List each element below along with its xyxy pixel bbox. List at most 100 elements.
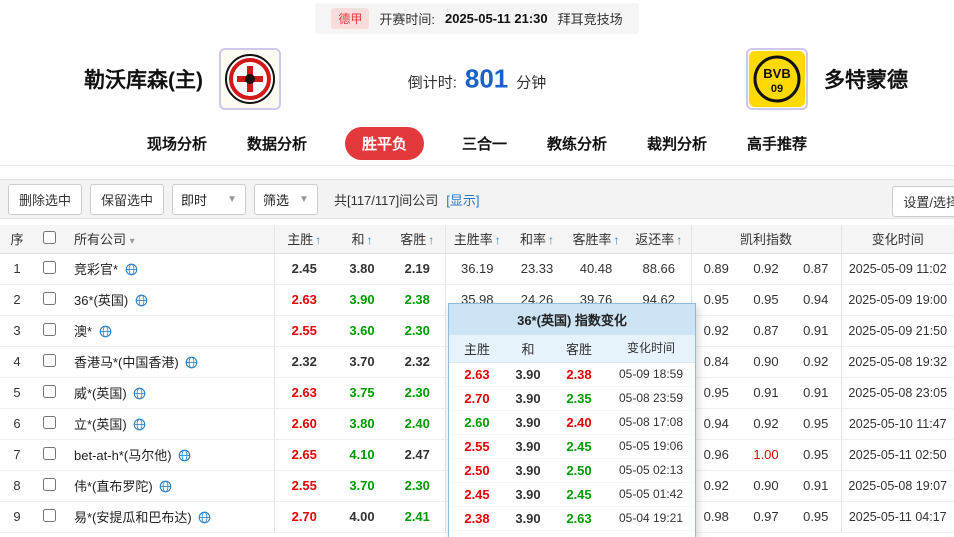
chevron-down-icon: ▾ <box>129 236 135 248</box>
kelly-value: 0.92 <box>690 470 741 502</box>
row-checkbox[interactable] <box>42 508 56 522</box>
delete-selected-button[interactable]: 删除选中 <box>8 183 83 215</box>
odds-value: 2.40 <box>390 408 445 440</box>
col-header-company[interactable]: 所有公司 ▾ <box>64 225 274 254</box>
show-link[interactable]: [显示] <box>446 190 479 209</box>
kelly-value: 0.91 <box>791 377 841 409</box>
col-header-no: 序 <box>0 225 34 254</box>
settings-select-button[interactable]: 设置/选择 <box>892 186 954 217</box>
away-team-block: BVB 09 多特蒙德 <box>746 48 908 110</box>
teams-header: 勒沃库森(主) 倒计时: 801 分钟 BVB 09 多特蒙德 <box>0 36 954 122</box>
col-header-draw-rate[interactable]: 和率 ↑ <box>509 225 565 254</box>
row-checkbox[interactable] <box>42 446 56 460</box>
keep-selected-button[interactable]: 保留选中 <box>90 183 165 215</box>
col-header-away[interactable]: 客胜 ↑ <box>390 225 445 254</box>
globe-icon <box>135 294 148 307</box>
tab-live-analysis[interactable]: 现场分析 <box>145 127 209 160</box>
company-name[interactable]: 竞彩官* <box>64 253 274 285</box>
popup-home-odds: 2.38 <box>464 511 490 526</box>
odds-value: 2.70 <box>273 501 334 533</box>
time-dropdown[interactable]: 即时 ▼ <box>172 183 247 215</box>
odds-value: 2.30 <box>390 315 445 347</box>
away-team-logo: BVB 09 <box>746 48 808 110</box>
sort-up-icon[interactable]: ↑ <box>367 233 373 247</box>
tab-referee-analysis[interactable]: 裁判分析 <box>645 127 709 160</box>
kelly-value: 0.87 <box>791 253 841 285</box>
tab-win-draw-loss[interactable]: 胜平负 <box>344 127 424 160</box>
filter-dropdown[interactable]: 筛选 ▼ <box>254 183 318 215</box>
tab-three-in-one[interactable]: 三合一 <box>460 127 509 160</box>
col-header-home-rate[interactable]: 主胜率 ↑ <box>444 225 509 254</box>
row-checkbox[interactable] <box>42 322 56 336</box>
company-name[interactable]: 威*(英国) <box>64 377 274 409</box>
odds-value: 2.19 <box>390 253 445 285</box>
change-time: 2025-05-08 19:32 <box>840 346 954 378</box>
kelly-value: 0.90 <box>741 470 791 502</box>
popup-header-row: 主胜 和 客胜 变化时间 <box>449 335 695 363</box>
popup-change-time: 05-08 23:59 <box>618 391 684 405</box>
odds-value: 2.45 <box>273 253 334 285</box>
odds-value: 4.10 <box>334 439 390 471</box>
company-name[interactable]: 易*(安提瓜和巴布达) <box>64 501 274 533</box>
row-checkbox[interactable] <box>42 291 56 305</box>
company-name[interactable]: 澳* <box>64 315 274 347</box>
odds-value: 2.38 <box>390 284 445 316</box>
tab-data-analysis[interactable]: 数据分析 <box>245 127 309 160</box>
row-index: 6 <box>0 408 34 440</box>
odds-value: 3.60 <box>334 315 390 347</box>
sort-up-icon[interactable]: ↑ <box>548 233 554 247</box>
popup-row: 2.45 3.90 2.45 05-05 01:42 <box>449 483 695 507</box>
kelly-value: 0.95 <box>791 439 841 471</box>
popup-draw-odds: 3.90 <box>515 439 541 454</box>
company-name[interactable]: 36*(英国) <box>64 284 274 316</box>
popup-away-odds: 2.38 <box>566 367 592 382</box>
odds-value: 2.30 <box>390 377 445 409</box>
row-checkbox[interactable] <box>42 477 56 491</box>
kelly-value: 0.95 <box>791 408 841 440</box>
company-count-text: 共[117/117]间公司 <box>333 192 439 208</box>
kelly-value: 0.90 <box>741 346 791 378</box>
row-checkbox[interactable] <box>42 260 56 274</box>
company-name[interactable]: 香港马*(中国香港) <box>64 346 274 378</box>
popup-row: 2.60 3.90 2.40 05-08 17:08 <box>449 411 695 435</box>
sort-up-icon[interactable]: ↑ <box>315 233 321 247</box>
sort-up-icon[interactable]: ↑ <box>428 233 434 247</box>
row-index: 9 <box>0 501 34 533</box>
company-name[interactable]: 立*(英国) <box>64 408 274 440</box>
change-time: 2025-05-09 11:02 <box>840 253 954 285</box>
col-header-return-rate[interactable]: 返还率 ↑ <box>627 225 691 254</box>
popup-row: 2.63 3.90 2.38 05-09 18:59 <box>449 363 695 387</box>
tab-expert-picks[interactable]: 高手推荐 <box>745 127 809 160</box>
row-index: 3 <box>0 315 34 347</box>
sort-up-icon[interactable]: ↑ <box>495 233 501 247</box>
col-header-home[interactable]: 主胜 ↑ <box>273 225 334 254</box>
odds-table-wrap: 序 所有公司 ▾ 主胜 ↑ 和 ↑ 客胜 ↑ 主胜率 ↑ 和率 ↑ 客胜率 ↑ 返还率 ↑ 凯… <box>0 225 954 537</box>
row-checkbox[interactable] <box>42 384 56 398</box>
kickoff-label: 开赛时间: <box>379 11 435 27</box>
kelly-value: 0.92 <box>741 408 791 440</box>
col-header-draw[interactable]: 和 ↑ <box>334 225 390 254</box>
col-header-away-rate[interactable]: 客胜率 ↑ <box>565 225 627 254</box>
sort-up-icon[interactable]: ↑ <box>614 233 620 247</box>
popup-away-odds: 2.63 <box>566 511 592 526</box>
odds-value: 2.32 <box>273 346 334 378</box>
company-name[interactable]: 伟*(直布罗陀) <box>64 470 274 502</box>
row-checkbox[interactable] <box>42 415 56 429</box>
select-all-checkbox[interactable] <box>42 230 56 244</box>
company-name[interactable]: bet-at-h*(马尔他) <box>64 439 274 471</box>
kelly-value: 0.84 <box>690 346 741 378</box>
kickoff-time: 2025-05-11 21:30 <box>444 10 548 26</box>
kelly-value: 0.91 <box>741 377 791 409</box>
index-change-popup: 36*(英国) 指数变化 主胜 和 客胜 变化时间 2.63 3.90 2.38 05-09… <box>448 303 696 537</box>
table-row[interactable]: 1 竞彩官* 2.45 3.80 2.19 36.19 23.33 40.48 88.66 0.… <box>0 253 954 285</box>
popup-home-odds: 2.50 <box>464 463 490 478</box>
tab-coach-analysis[interactable]: 教练分析 <box>545 127 609 160</box>
sort-up-icon[interactable]: ↑ <box>676 233 682 247</box>
row-checkbox[interactable] <box>42 353 56 367</box>
row-index: 7 <box>0 439 34 471</box>
popup-draw-odds: 3.90 <box>515 487 541 502</box>
col-header-kelly: 凯利指数 <box>690 225 841 254</box>
popup-change-time: 05-04 19:21 <box>618 511 684 525</box>
change-time: 2025-05-09 19:00 <box>840 284 954 316</box>
svg-text:BVB: BVB <box>763 66 790 81</box>
